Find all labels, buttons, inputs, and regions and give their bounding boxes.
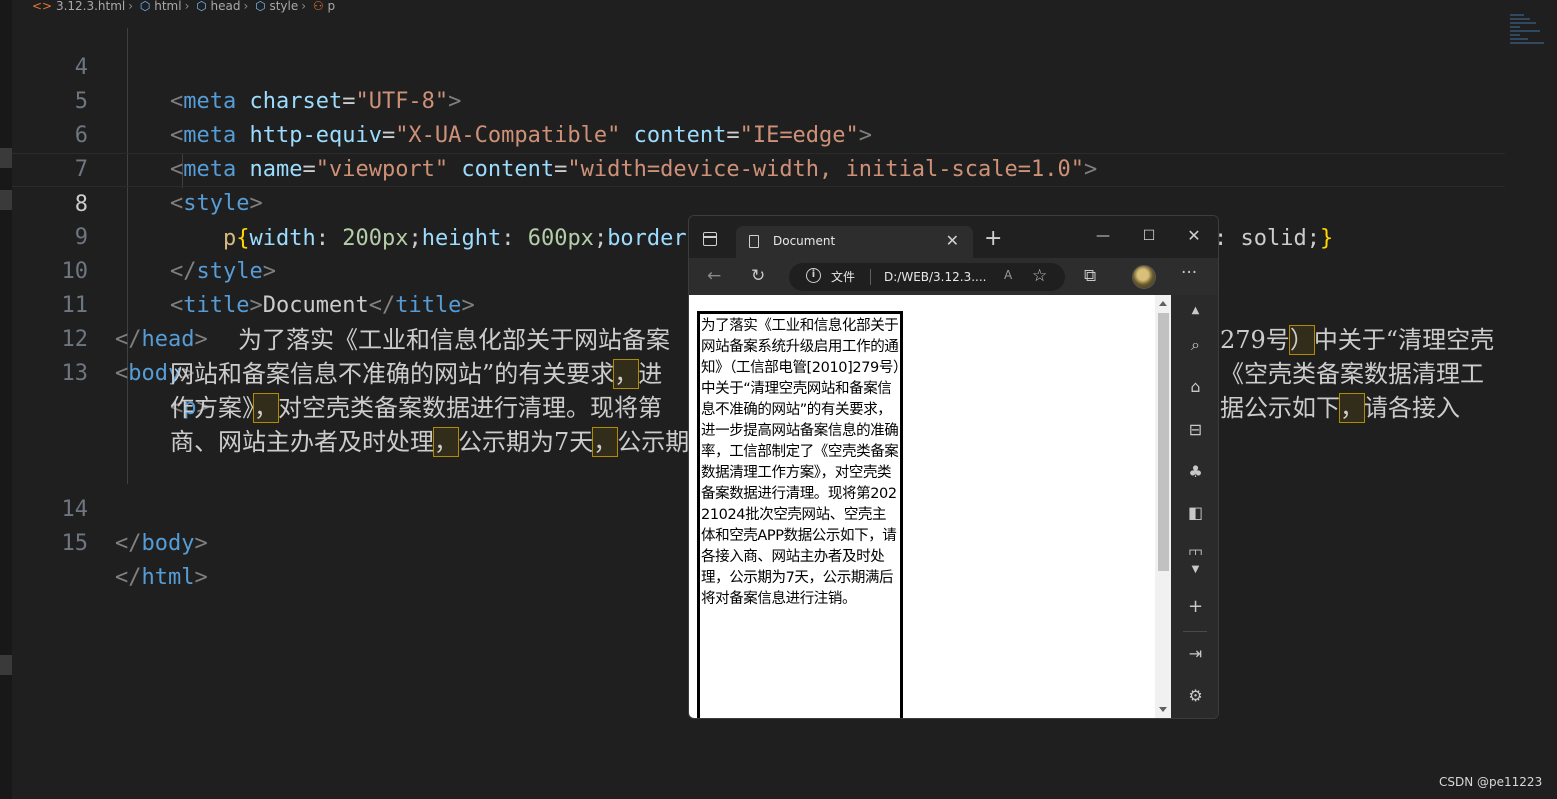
scroll-thumb[interactable] xyxy=(1158,313,1169,571)
close-icon[interactable]: ✕ xyxy=(946,231,959,251)
paragraph-text: 商、网站主办者及时处理，公示期为7天，公示期 xyxy=(170,427,690,457)
symbol-icon: ⬡ xyxy=(255,0,266,13)
address-bar[interactable]: i 文件 D:/WEB/3.12.3.... A ☆ xyxy=(789,263,1065,291)
tag-icon[interactable]: ⌂ xyxy=(1171,377,1218,397)
browser-tab[interactable]: Document ✕ xyxy=(736,226,973,258)
browser-window: Document ✕ + — ☐ ✕ ← ↻ i 文件 D:/WEB/3.12.… xyxy=(688,215,1219,719)
activity-marker[interactable] xyxy=(0,655,12,675)
plus-icon[interactable]: + xyxy=(984,227,1002,251)
activity-bar xyxy=(0,0,12,799)
code-line: 5 <meta http-equiv="X-UA-Compatible" con… xyxy=(74,89,873,148)
avatar[interactable] xyxy=(1132,265,1156,289)
code-line: 4 <meta charset="UTF-8"> xyxy=(74,55,462,114)
toolbox-icon[interactable]: ⊟ xyxy=(1171,420,1218,440)
plus-icon[interactable]: + xyxy=(1171,597,1218,617)
minimize-icon[interactable]: — xyxy=(1093,225,1113,247)
settings-icon[interactable]: ⚙ xyxy=(1171,686,1218,706)
breadcrumb-html[interactable]: html xyxy=(154,0,181,12)
sidebar-divider xyxy=(1183,631,1207,632)
tab-title: Document xyxy=(773,234,836,248)
code-line-active: 8 p{width: 200px;height: 600px;border-co… xyxy=(12,153,1505,251)
search-icon[interactable]: ⌕ xyxy=(1171,335,1218,355)
browser-sidebar: ▲ ⌕ ⌂ ⊟ ♣ ◧ ◫ ▼ + ⇥ ⚙ xyxy=(1171,295,1218,718)
office-icon[interactable]: ◧ xyxy=(1171,503,1218,523)
symbol-icon: ⬡ xyxy=(139,0,151,13)
symbol-icon: ⬡ xyxy=(196,0,207,13)
breadcrumb-p[interactable]: p xyxy=(327,0,335,12)
reload-icon[interactable]: ↻ xyxy=(751,266,765,286)
address-url[interactable]: D:/WEB/3.12.3.... xyxy=(884,269,986,285)
info-icon[interactable]: i xyxy=(806,268,821,283)
sidebar-scroll-up-icon[interactable]: ▲ xyxy=(1171,301,1218,321)
code-line: 7 <style> xyxy=(74,157,263,216)
paragraph-text: 279号）中关于“清理空壳 xyxy=(1220,325,1495,355)
favorite-icon[interactable]: ☆ xyxy=(1032,266,1047,286)
html-file-icon: <> xyxy=(32,0,53,13)
maximize-icon[interactable]: ☐ xyxy=(1139,225,1159,247)
activity-marker[interactable] xyxy=(0,148,12,168)
sidebar-scroll-down-icon[interactable]: ▼ xyxy=(1171,560,1218,580)
address-scheme: 文件 xyxy=(831,270,856,284)
vertical-scrollbar[interactable] xyxy=(1155,295,1171,718)
page-paragraph: 为了落实《工业和信息化部关于网站备案系统升级启用工作的通知》（工信部电管[201… xyxy=(697,311,903,718)
breadcrumb: <> 3.12.3.html › ⬡ html › ⬡ head › ⬡ style ›… xyxy=(12,0,1557,14)
scroll-down-icon[interactable] xyxy=(1159,707,1167,712)
hide-sidebar-icon[interactable]: ⇥ xyxy=(1171,644,1218,664)
minimap[interactable] xyxy=(1510,14,1546,54)
outlook-icon[interactable]: ◫ xyxy=(1171,545,1218,555)
browser-titlebar: Document ✕ + — ☐ ✕ xyxy=(689,216,1218,258)
scroll-up-icon[interactable] xyxy=(1159,301,1167,306)
back-icon[interactable]: ← xyxy=(707,266,721,286)
more-icon[interactable]: ··· xyxy=(1181,263,1197,283)
address-divider xyxy=(870,269,871,285)
document-icon xyxy=(749,235,759,248)
code-line: 6 <meta name="viewport" content="width=d… xyxy=(74,123,1098,182)
tab-actions-icon[interactable] xyxy=(703,232,717,246)
breadcrumb-head[interactable]: head xyxy=(211,0,241,12)
page-viewport: 为了落实《工业和信息化部关于网站备案系统升级启用工作的通知》（工信部电管[201… xyxy=(689,295,1155,718)
browser-toolbar: ← ↻ i 文件 D:/WEB/3.12.3.... A ☆ ⧉ ··· xyxy=(689,258,1218,295)
element-icon: ⚇ xyxy=(312,0,324,13)
paragraph-text: 作方案》，对空壳类备案数据进行清理。现将第 xyxy=(170,393,662,423)
read-aloud-icon[interactable]: A xyxy=(1004,268,1012,282)
paragraph-text: 网站和备案信息不准确的网站”的有关要求，进 xyxy=(170,359,663,389)
watermark: CSDN @pe11223 xyxy=(1439,775,1543,789)
paragraph-text: 据公示如下，请各接入 xyxy=(1220,393,1460,423)
activity-marker[interactable] xyxy=(0,190,12,210)
breadcrumb-file[interactable]: 3.12.3.html xyxy=(56,0,125,12)
breadcrumb-style[interactable]: style xyxy=(269,0,298,12)
games-icon[interactable]: ♣ xyxy=(1171,462,1218,482)
extensions-icon[interactable]: ⧉ xyxy=(1084,266,1096,286)
paragraph-text: 《空壳类备案数据清理工 xyxy=(1220,360,1484,388)
close-window-icon[interactable]: ✕ xyxy=(1184,225,1204,247)
paragraph-text: 为了落实《工业和信息化部关于网站备案 xyxy=(238,326,670,354)
